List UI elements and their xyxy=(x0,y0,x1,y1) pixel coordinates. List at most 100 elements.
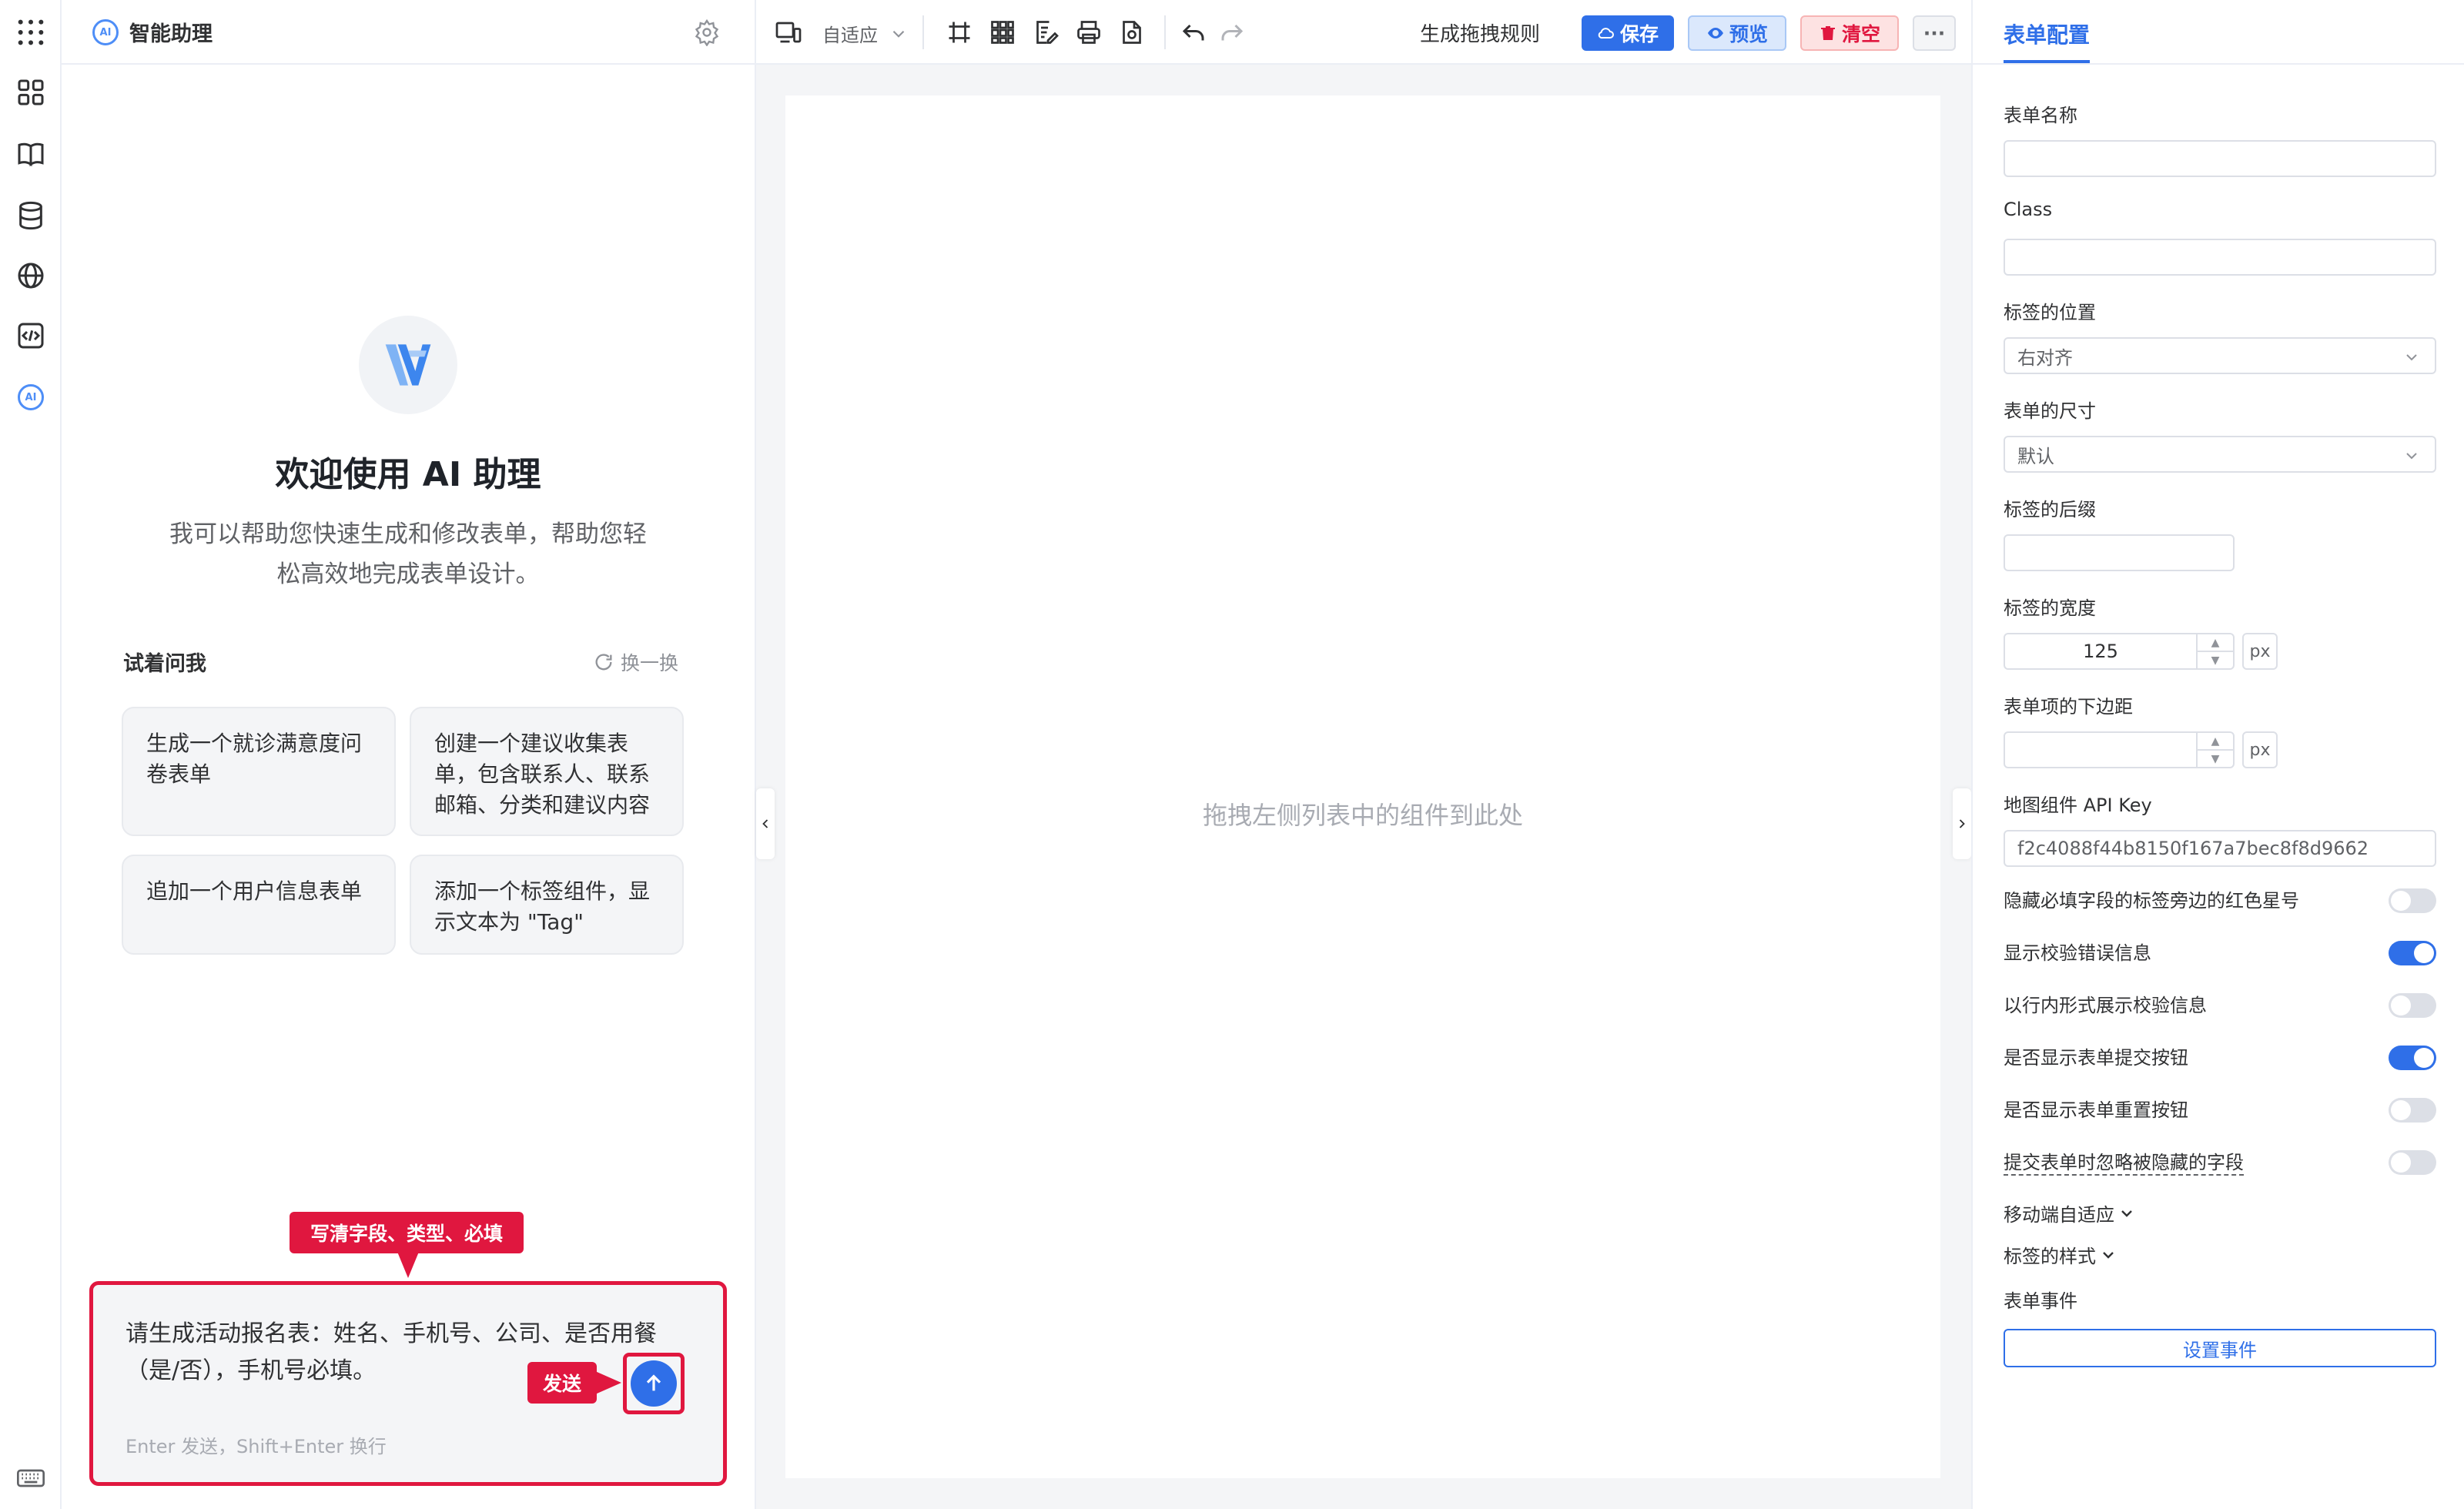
canvas-empty-hint: 拖拽左侧列表中的组件到此处 xyxy=(1202,801,1523,830)
collapse-right-button[interactable] xyxy=(1953,788,1971,859)
more-button[interactable]: ··· xyxy=(1913,15,1956,51)
label-width-value[interactable]: 125 xyxy=(2005,634,2196,668)
toggle-knob xyxy=(2414,1048,2434,1068)
redo-icon[interactable] xyxy=(1217,17,1247,48)
label-width-stepper[interactable]: 125 ▲ ▼ xyxy=(2004,633,2235,670)
code-icon[interactable] xyxy=(14,319,48,353)
frame-icon[interactable] xyxy=(944,17,975,48)
mobile-adapt-label: 移动端自适应 xyxy=(2004,1204,2114,1226)
stepper-controls: ▲ ▼ xyxy=(2196,634,2233,668)
send-callout-pointer xyxy=(595,1371,621,1394)
tip-callout-fields: 写清字段、类型、必填 xyxy=(290,1212,524,1253)
import-json-icon[interactable] xyxy=(1116,17,1147,48)
suggestion-card[interactable]: 添加一个标签组件，显示文本为 "Tag" xyxy=(410,855,684,955)
toggle-switch[interactable] xyxy=(2389,1150,2436,1175)
toggle-switch[interactable] xyxy=(2389,1098,2436,1123)
ai-panel-title: 智能助理 xyxy=(129,22,213,46)
mobile-adapt-expander[interactable]: 移动端自适应 xyxy=(2004,1200,2136,1226)
clear-button[interactable]: 清空 xyxy=(1800,15,1899,51)
item-margin-label: 表单项的下边距 xyxy=(2004,696,2133,718)
label-position-value: 右对齐 xyxy=(2017,346,2073,369)
toggle-switch[interactable] xyxy=(2389,941,2436,965)
stepper-controls: ▲ ▼ xyxy=(2196,733,2233,767)
apps-grid-icon[interactable] xyxy=(14,15,48,49)
form-size-value: 默认 xyxy=(2017,445,2054,467)
increment-icon[interactable]: ▲ xyxy=(2198,634,2233,652)
label-suffix-input[interactable] xyxy=(2004,534,2235,571)
chevron-left-icon xyxy=(762,819,768,828)
toggle-switch[interactable] xyxy=(2389,1046,2436,1070)
suggestion-card[interactable]: 追加一个用户信息表单 xyxy=(122,855,396,955)
send-button-highlight xyxy=(623,1353,685,1414)
generate-rules-link[interactable]: 生成拖拽规则 xyxy=(1420,18,1540,47)
book-icon[interactable] xyxy=(14,137,48,171)
form-canvas[interactable]: 拖拽左侧列表中的组件到此处 xyxy=(785,95,1940,1478)
increment-icon[interactable]: ▲ xyxy=(2198,733,2233,751)
switch-label: 是否显示表单重置按钮 xyxy=(2004,1099,2188,1121)
tab-form-config[interactable]: 表单配置 xyxy=(2004,18,2090,49)
switch-label: 以行内形式展示校验信息 xyxy=(2004,995,2207,1016)
undo-icon[interactable] xyxy=(1178,17,1209,48)
switch-label: 显示校验错误信息 xyxy=(2004,942,2151,964)
try-ask-label: 试着问我 xyxy=(123,652,206,676)
preview-label: 预览 xyxy=(1729,23,1768,45)
ai-assistant-icon[interactable]: AI xyxy=(14,380,48,414)
qrcode-icon[interactable] xyxy=(987,17,1018,48)
label-position-select[interactable]: 右对齐 xyxy=(2004,337,2436,374)
print-icon[interactable] xyxy=(1073,17,1104,48)
toolbar-divider xyxy=(922,15,924,49)
label-width-label: 标签的宽度 xyxy=(2004,597,2096,619)
trash-icon xyxy=(1820,26,1835,40)
send-button[interactable] xyxy=(631,1360,677,1407)
toggle-knob xyxy=(2391,995,2411,1015)
chevron-down-icon xyxy=(2103,1251,2114,1259)
collapse-left-button[interactable] xyxy=(756,788,775,859)
cloud-save-icon xyxy=(1598,28,1614,39)
edit-document-icon[interactable] xyxy=(1030,17,1061,48)
toggle-switch[interactable] xyxy=(2389,993,2436,1018)
welcome-heading: 欢迎使用 AI 助理 xyxy=(275,455,541,494)
decrement-icon[interactable]: ▼ xyxy=(2198,652,2233,668)
chat-input-box[interactable]: 请生成活动报名表：姓名、手机号、公司、是否用餐（是/否），手机号必填。 Ente… xyxy=(89,1281,727,1486)
callout-pointer xyxy=(397,1252,419,1278)
icon-rail: AI xyxy=(0,0,62,1509)
item-margin-value[interactable] xyxy=(2005,733,2196,767)
switch-label: 隐藏必填字段的标签旁边的红色星号 xyxy=(2004,890,2299,912)
settings-gear-icon[interactable] xyxy=(693,18,721,47)
components-icon[interactable] xyxy=(14,75,48,109)
intro-text: 我可以帮助您快速生成和修改表单，帮助您轻松高效地完成表单设计。 xyxy=(169,520,647,588)
unit-label: px xyxy=(2242,731,2278,768)
keyboard-icon[interactable] xyxy=(14,1461,48,1495)
form-name-input[interactable] xyxy=(2004,140,2436,177)
device-mode-select[interactable]: 自适应 xyxy=(822,20,909,47)
decrement-icon[interactable]: ▼ xyxy=(2198,751,2233,767)
clear-label: 清空 xyxy=(1841,23,1880,45)
save-button[interactable]: 保存 xyxy=(1582,15,1674,51)
suggestion-card[interactable]: 创建一个建议收集表单，包含联系人、联系邮箱、分类和建议内容 xyxy=(410,707,684,836)
assistant-logo xyxy=(359,316,457,414)
chevron-down-icon xyxy=(2406,453,2417,460)
item-margin-stepper[interactable]: ▲ ▼ xyxy=(2004,731,2235,768)
label-style-expander[interactable]: 标签的样式 xyxy=(2004,1241,2118,1268)
form-size-select[interactable]: 默认 xyxy=(2004,436,2436,473)
toggle-knob xyxy=(2391,891,2411,911)
database-icon[interactable] xyxy=(14,199,48,233)
map-key-input[interactable]: f2c4088f44b8150f167a7bec8f8d9662 xyxy=(2004,830,2436,867)
refresh-suggestions-button[interactable]: 换一换 xyxy=(593,648,678,676)
label-suffix-label: 标签的后缀 xyxy=(2004,499,2096,520)
globe-icon[interactable] xyxy=(14,259,48,293)
toggle-switch[interactable] xyxy=(2389,888,2436,913)
save-label: 保存 xyxy=(1619,23,1659,45)
tab-divider xyxy=(1973,63,2464,65)
device-icon[interactable] xyxy=(773,17,804,48)
unit-label: px xyxy=(2242,633,2278,670)
tip-callout-send: 发送 xyxy=(527,1362,597,1404)
suggestion-card[interactable]: 生成一个就诊满意度问卷表单 xyxy=(122,707,396,836)
ai-assistant-panel: AI 智能助理 欢迎使用 AI 助理 我可以帮助您快速生成和修改表单，帮助您轻松… xyxy=(62,0,756,1509)
class-input[interactable] xyxy=(2004,239,2436,276)
form-size-label: 表单的尺寸 xyxy=(2004,400,2096,422)
set-event-button[interactable]: 设置事件 xyxy=(2004,1329,2436,1367)
ai-panel-header: AI 智能助理 xyxy=(62,0,755,65)
label-position-label: 标签的位置 xyxy=(2004,302,2096,323)
preview-button[interactable]: 预览 xyxy=(1688,15,1786,51)
